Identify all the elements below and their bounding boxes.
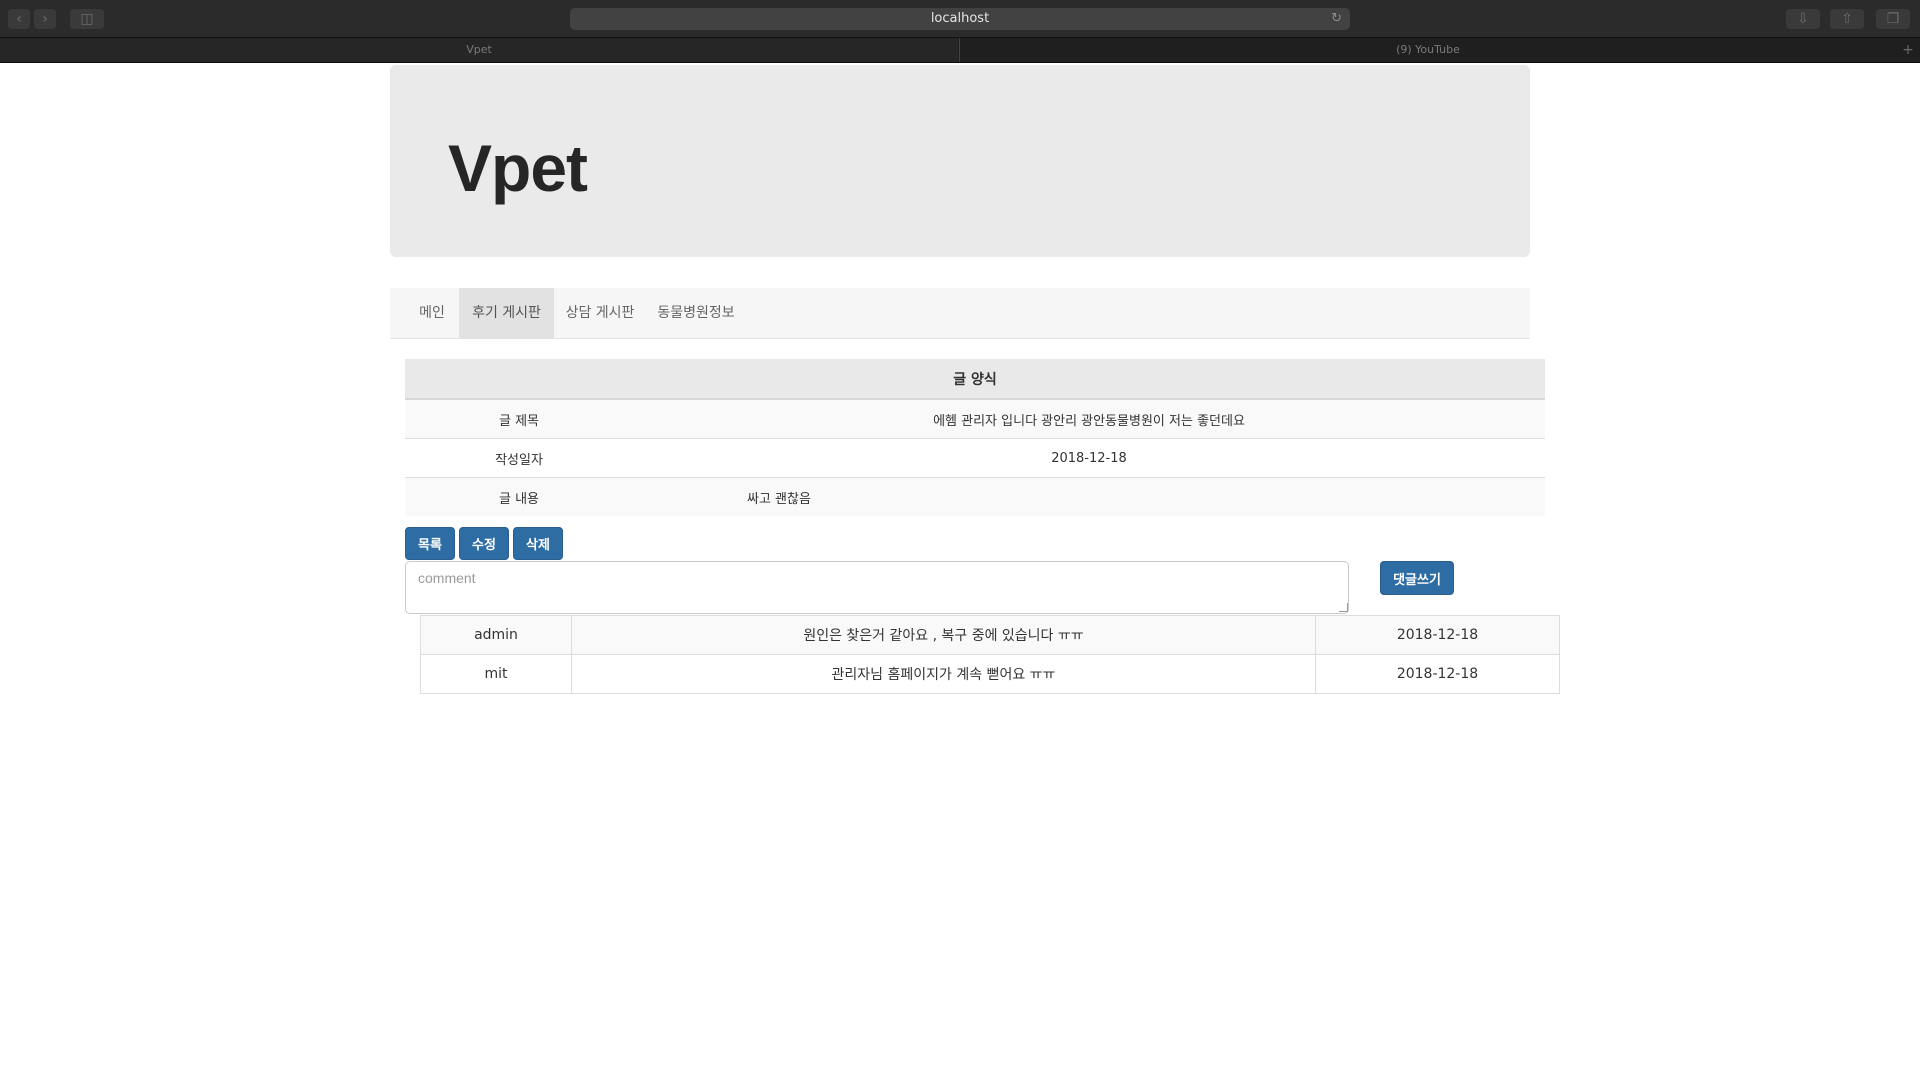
comment-date: 2018-12-18 [1315,654,1560,694]
post-table-header: 글 양식 [405,359,1545,400]
tab-bar: Vpet (9) YouTube + [0,38,1920,63]
tab-label: (9) YouTube [1396,43,1460,56]
table-row: 글 내용 싸고 괜찮음 [405,477,1545,516]
nav-review-board[interactable]: 후기 게시판 [459,288,554,338]
comment-user: mit [420,654,572,694]
write-comment-button[interactable]: 댓글쓰기 [1380,561,1454,595]
comment-text: 관리자님 홈페이지가 계속 뻗어요 ㅠㅠ [571,654,1316,694]
reload-icon[interactable]: ↻ [1331,8,1342,30]
main-nav: 메인 후기 게시판 상담 게시판 동물병원정보 [390,288,1530,339]
nav-hospital-info[interactable]: 동물병원정보 [646,288,746,338]
tab-label: Vpet [466,43,492,56]
nav-label: 상담 게시판 [565,305,635,321]
download-icon[interactable]: ⇩ [1786,9,1820,29]
tabs-overview-icon[interactable]: ❐ [1876,9,1910,29]
post-table: 글 양식 글 제목 에헴 관리자 입니다 광안리 광안동물병원이 저는 좋던데요… [405,359,1545,516]
browser-toolbar: ‹ › ◫ localhost ↻ ⇩ ⇧ ❐ [0,0,1920,38]
comment-user: admin [420,615,572,655]
post-title: 에헴 관리자 입니다 광안리 광안동물병원이 저는 좋던데요 [633,398,1545,439]
site-brand: Vpet [448,131,588,205]
content-spacer [633,477,747,516]
share-icon[interactable]: ⇧ [1830,9,1864,29]
address-text: localhost [930,11,990,26]
address-bar[interactable]: localhost ↻ [570,8,1350,30]
table-row: mit 관리자님 홈페이지가 계속 뻗어요 ㅠㅠ 2018-12-18 [420,654,1560,694]
comment-date: 2018-12-18 [1315,615,1560,655]
sidebar-icon[interactable]: ◫ [70,9,104,29]
edit-button[interactable]: 수정 [459,527,509,560]
post-content: 싸고 괜찮음 [747,477,1545,516]
new-tab-icon[interactable]: + [1896,38,1920,62]
forward-icon[interactable]: › [34,9,56,29]
tab-vpet[interactable]: Vpet [0,38,958,62]
comment-text: 원인은 찾은거 같아요 , 복구 중에 있습니다 ㅠㅠ [571,615,1316,655]
table-row: admin 원인은 찾은거 같아요 , 복구 중에 있습니다 ㅠㅠ 2018-1… [420,615,1560,655]
nav-label: 후기 게시판 [472,305,541,321]
nav-consult-board[interactable]: 상담 게시판 [554,288,646,338]
list-button[interactable]: 목록 [405,527,455,560]
tab-youtube[interactable]: (9) YouTube [960,38,1896,62]
comment-input[interactable] [405,561,1349,614]
nav-main[interactable]: 메인 [402,288,462,338]
nav-label: 동물병원정보 [657,305,735,321]
table-row: 글 제목 에헴 관리자 입니다 광안리 광안동물병원이 저는 좋던데요 [405,398,1545,439]
comments-table: admin 원인은 찾은거 같아요 , 복구 중에 있습니다 ㅠㅠ 2018-1… [420,615,1560,694]
content-label: 글 내용 [405,477,633,516]
date-label: 작성일자 [405,438,633,478]
table-row: 작성일자 2018-12-18 [405,438,1545,478]
back-icon[interactable]: ‹ [8,9,30,29]
jumbotron: Vpet [390,65,1530,257]
title-label: 글 제목 [405,398,633,439]
nav-label: 메인 [419,305,445,321]
delete-button[interactable]: 삭제 [513,527,563,560]
post-date: 2018-12-18 [633,438,1545,478]
